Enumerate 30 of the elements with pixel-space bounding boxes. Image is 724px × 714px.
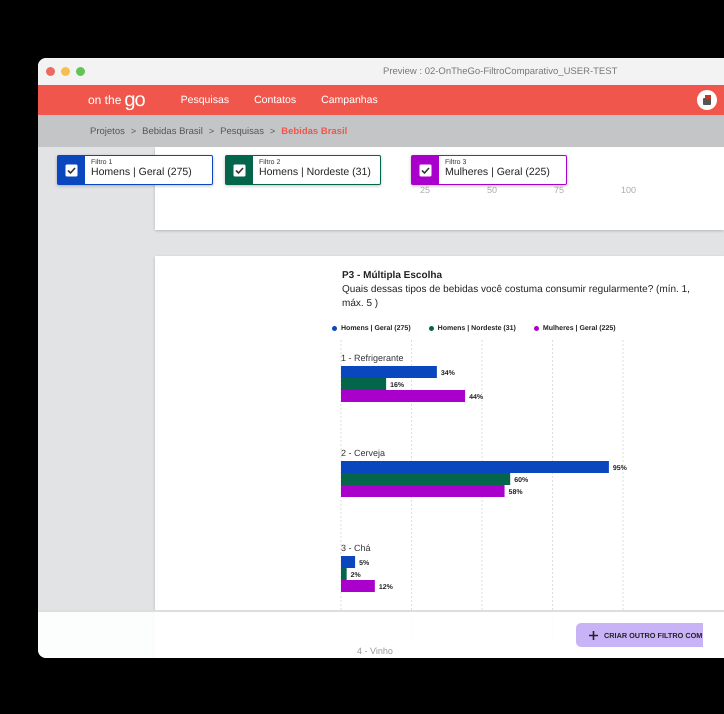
nav-link[interactable]: Campanhas	[321, 94, 378, 106]
axis-tick-label: 50	[487, 185, 498, 195]
breadcrumb-separator: >	[208, 126, 214, 136]
category-label: 2 - Cerveja	[341, 448, 386, 458]
checkbox[interactable]	[419, 164, 432, 176]
breadcrumb-separator: >	[270, 126, 276, 136]
axis-tick-label: 75	[554, 185, 566, 195]
filter-label: Mulheres | Geral (225)	[445, 166, 550, 178]
question-title: P3 - Múltipla Escolha	[342, 270, 444, 281]
breadcrumb-link[interactable]: Projetos	[90, 126, 125, 136]
category-label: 3 - Chá	[341, 543, 371, 553]
avatar-icon[interactable]	[697, 90, 717, 110]
axis-tick-label: 100	[621, 185, 638, 195]
filter-label: Homens | Nordeste (31)	[259, 166, 371, 178]
breadcrumb-link[interactable]: Pesquisas	[220, 126, 264, 136]
logo[interactable]: on the go	[88, 90, 145, 110]
category-label: 4 - Vinho	[357, 646, 393, 656]
checkbox[interactable]	[233, 164, 246, 176]
close-button[interactable]	[46, 67, 55, 76]
plus-icon	[589, 630, 598, 640]
nav-link[interactable]: Contatos	[254, 94, 296, 106]
question-text: Quais dessas tipos de bebidas você costuma consumir regularmente? (mín. 1, máx. 5 )	[342, 283, 691, 311]
nav-link[interactable]: Pesquisas	[180, 94, 230, 106]
window-title: Preview : 02-OnTheGo-FiltroComparativo_USER-TEST	[383, 66, 618, 77]
breadcrumb-separator: >	[130, 126, 136, 136]
category-label: 1 - Refrigerante	[341, 353, 404, 363]
checkbox[interactable]	[65, 164, 78, 176]
filter-label: Homens | Geral (275)	[91, 166, 192, 178]
axis-tick-label: 25	[420, 185, 432, 195]
breadcrumb-link[interactable]: Bebidas Brasil	[142, 126, 203, 136]
